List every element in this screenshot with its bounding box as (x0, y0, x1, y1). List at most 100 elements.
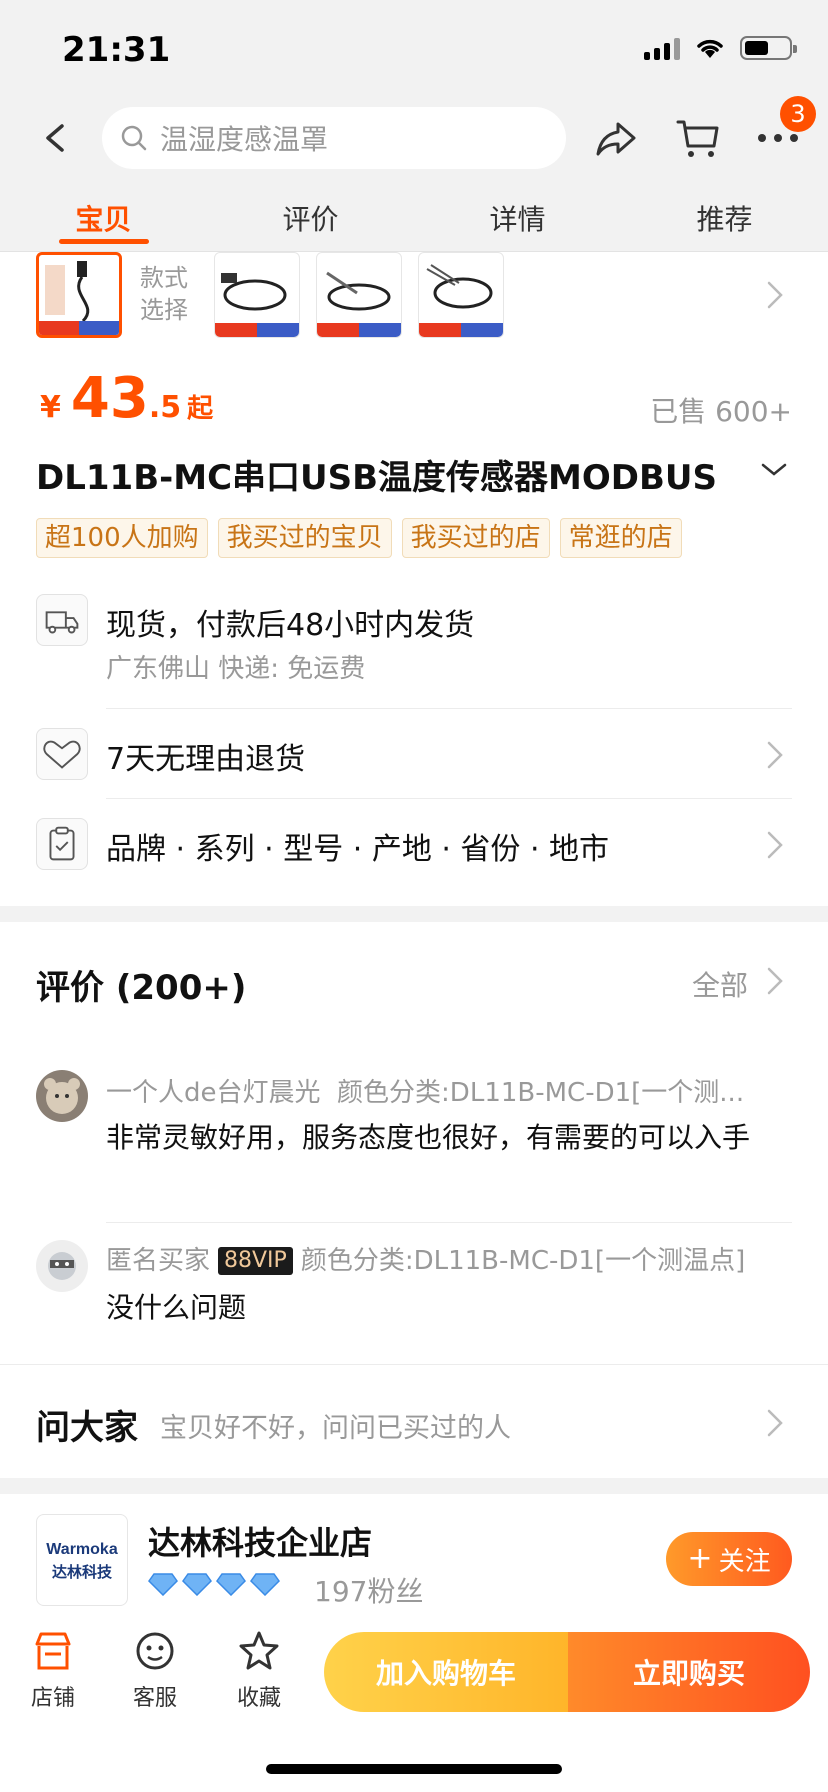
follow-label: 关注 (718, 1546, 771, 1577)
divider (106, 708, 792, 709)
clipboard-icon (36, 818, 88, 870)
star-icon (239, 1631, 279, 1670)
store-label: 店铺 (30, 1686, 75, 1711)
style-thumbnail[interactable] (418, 252, 504, 338)
shop-logo-subtext: 达林科技 (51, 1563, 112, 1581)
product-image (45, 261, 90, 323)
notification-badge: 3 (780, 96, 816, 132)
sold-count: 已售 600+ (650, 395, 792, 428)
product-params[interactable]: 品牌 · 系列 · 型号 · 产地 · 省份 · 地市 (106, 824, 609, 868)
diamond-icon (250, 1573, 280, 1596)
shipping-info: 现货，付款后48小时内发货 (106, 608, 475, 643)
wifi-icon (697, 39, 723, 58)
search-icon (121, 125, 147, 151)
review-text: 非常灵敏好用，服务态度也很好，有需要的可以入手 (106, 1121, 751, 1154)
shop-logo[interactable]: Warmoka 达林科技 (36, 1514, 128, 1606)
product-tag: 我买过的宝贝 (217, 518, 392, 558)
favorite-label: 收藏 (236, 1686, 281, 1711)
product-image (221, 273, 287, 311)
chevron-right-icon[interactable] (766, 1408, 784, 1438)
follow-button[interactable]: + 关注 (666, 1532, 792, 1586)
product-tag: 超100人加购 (36, 518, 208, 558)
share-icon[interactable] (594, 116, 638, 160)
section-divider (0, 1478, 828, 1494)
returns-policy[interactable]: 7天无理由退货 (106, 734, 305, 778)
service-label: 客服 (132, 1686, 177, 1711)
home-indicator (266, 1764, 562, 1774)
style-thumbnail[interactable] (316, 252, 402, 338)
divider (106, 1222, 792, 1223)
diamond-icon (216, 1573, 246, 1596)
chevron-right-icon[interactable] (766, 966, 784, 996)
review-meta: 匿名买家 88VIP 颜色分类:DL11B-MC-D1[一个测温点] (106, 1240, 796, 1277)
store-icon (35, 1632, 71, 1670)
shop-name[interactable]: 达林科技企业店 (148, 1518, 372, 1564)
review-user: 一个人de台灯晨光 (106, 1078, 321, 1108)
reviews-title: 评价 (200+) (36, 968, 247, 1008)
shop-logo-text: Warmoka (46, 1541, 118, 1558)
price-suffix: 起 (187, 394, 214, 424)
reviews-all-link[interactable]: 全部 (692, 964, 748, 1004)
truck-icon (36, 594, 88, 646)
review-variant: 颜色分类:DL11B-MC-D1[一个测... (337, 1078, 745, 1108)
chevron-right-icon[interactable] (766, 280, 784, 310)
review-meta: 一个人de台灯晨光 颜色分类:DL11B-MC-D1[一个测... (106, 1072, 796, 1109)
price-currency: ¥ (40, 390, 61, 425)
review-variant: 颜色分类:DL11B-MC-D1[一个测温点] (300, 1246, 746, 1276)
top-header: 温湿度感温罩 3 宝贝 评价 详情 推荐 (0, 96, 828, 252)
store-button[interactable]: 店铺 (18, 1630, 88, 1712)
avatar (36, 1070, 88, 1122)
review-text: 没什么问题 (106, 1291, 247, 1324)
product-tags: 超100人加购 我买过的宝贝 我买过的店 常逛的店 (36, 518, 682, 558)
style-thumbnail[interactable] (36, 252, 122, 338)
price: ¥ 43 .5 起 (40, 366, 213, 431)
style-select-label: 款式选择 (140, 264, 188, 324)
price-integer: 43 (70, 366, 149, 431)
add-to-cart-button[interactable]: 加入购物车 (324, 1632, 568, 1712)
tab-bar: 宝贝 评价 详情 推荐 (0, 192, 828, 252)
cart-icon[interactable] (674, 114, 722, 162)
divider (106, 798, 792, 799)
product-tag: 常逛的店 (559, 518, 682, 558)
customer-service-button[interactable]: 客服 (120, 1630, 190, 1712)
style-thumbnail[interactable] (214, 252, 300, 338)
divider (0, 1364, 828, 1365)
shipping-location: 广东佛山 快递: 免运费 (106, 654, 366, 684)
diamond-icon (182, 1573, 212, 1596)
back-icon[interactable] (36, 118, 76, 158)
product-title: DL11B-MC串口USB温度传感器MODBUS (36, 458, 717, 498)
vip-badge: 88VIP (218, 1247, 293, 1275)
more-icon[interactable] (756, 130, 800, 146)
heart-shield-icon (36, 728, 88, 780)
shop-fans: 197粉丝 (314, 1575, 424, 1608)
chevron-down-icon[interactable] (760, 462, 788, 478)
search-placeholder: 温湿度感温罩 (160, 123, 329, 156)
favorite-button[interactable]: 收藏 (224, 1630, 294, 1712)
tab-recommend[interactable]: 推荐 (621, 192, 828, 252)
product-image (326, 271, 391, 311)
search-input[interactable]: 温湿度感温罩 (102, 107, 566, 169)
avatar (36, 1240, 88, 1292)
buy-now-button[interactable]: 立即购买 (568, 1632, 810, 1712)
chat-face-icon (136, 1632, 174, 1670)
status-icons (644, 36, 797, 60)
chevron-right-icon[interactable] (766, 740, 784, 770)
ask-subtitle: 宝贝好不好，问问已买过的人 (160, 1413, 511, 1444)
status-time: 21:31 (62, 30, 171, 70)
product-tag: 我买过的店 (401, 518, 550, 558)
tab-reviews[interactable]: 评价 (207, 192, 414, 252)
review-user: 匿名买家 (106, 1246, 211, 1276)
tab-details[interactable]: 详情 (414, 192, 621, 252)
plus-icon: + (687, 1541, 713, 1576)
signal-icon (644, 36, 680, 60)
product-image (426, 264, 493, 309)
shop-rating (148, 1572, 280, 1596)
price-decimal: .5 (148, 390, 182, 425)
ask-title[interactable]: 问大家 (36, 1400, 138, 1449)
tab-item[interactable]: 宝贝 (0, 192, 207, 252)
style-selection[interactable]: 款式选择 (0, 252, 828, 344)
battery-icon (740, 36, 797, 60)
diamond-icon (148, 1573, 178, 1596)
section-divider (0, 906, 828, 922)
chevron-right-icon[interactable] (766, 830, 784, 860)
